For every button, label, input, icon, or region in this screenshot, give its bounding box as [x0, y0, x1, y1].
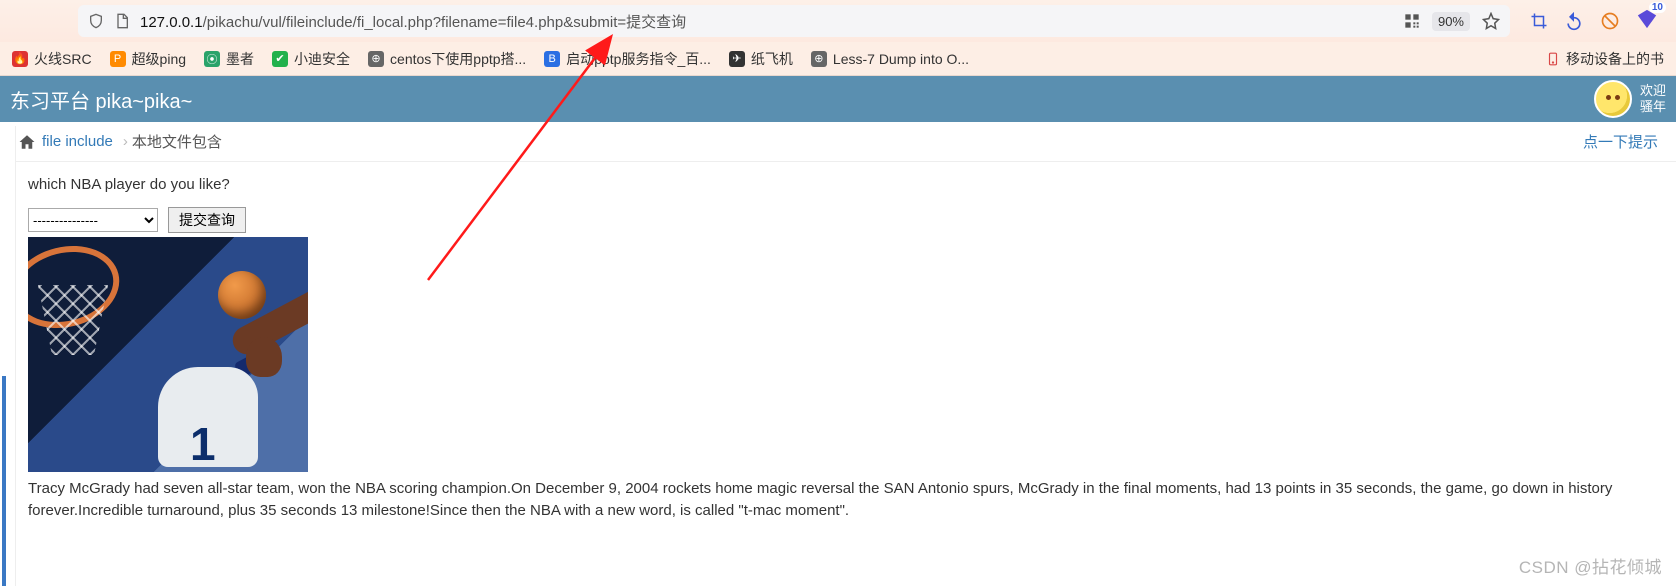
question-text: which NBA player do you like? [28, 176, 1676, 193]
address-bar[interactable]: 127.0.0.1/pikachu/vul/fileinclude/fi_loc… [78, 5, 1510, 37]
bookmark-item[interactable]: 🔥火线SRC [12, 49, 92, 69]
qr-icon[interactable] [1404, 13, 1420, 29]
shield-icon [88, 13, 104, 29]
bookmark-item[interactable]: P超级ping [110, 49, 186, 69]
extension-icon[interactable]: 10 [1636, 8, 1658, 35]
undo-icon[interactable] [1564, 11, 1584, 31]
hint-link[interactable]: 点一下提示 [1583, 131, 1658, 152]
watermark: CSDN @拈花倾城 [1519, 553, 1662, 578]
home-icon[interactable] [18, 133, 36, 151]
jersey-number: 1 [190, 417, 216, 471]
banner-title: 东习平台 pika~pika~ [10, 85, 192, 114]
submit-button[interactable]: 提交查询 [168, 207, 246, 233]
page-icon [114, 13, 130, 29]
star-icon[interactable] [1482, 12, 1500, 30]
bookmark-item[interactable]: ⦿墨者 [204, 49, 254, 69]
zoom-level[interactable]: 90% [1432, 12, 1470, 31]
player-form: --------------- 提交查询 [28, 207, 1676, 233]
bookmark-item[interactable]: ⊕centos下使用pptp搭... [368, 49, 526, 69]
browser-toolbar: 127.0.0.1/pikachu/vul/fileinclude/fi_loc… [0, 0, 1676, 42]
browser-controls: 10 [1520, 8, 1668, 35]
bookmark-item[interactable]: ✔小迪安全 [272, 49, 350, 69]
player-description: Tracy McGrady had seven all-star team, w… [28, 478, 1668, 522]
mobile-icon [1546, 50, 1560, 68]
bookmarks-bar: 🔥火线SRC P超级ping ⦿墨者 ✔小迪安全 ⊕centos下使用pptp搭… [0, 42, 1676, 76]
breadcrumb: file include › 本地文件包含 点一下提示 [0, 122, 1676, 162]
breadcrumb-current: 本地文件包含 [132, 131, 222, 152]
main-content: which NBA player do you like? ----------… [0, 162, 1676, 522]
bookmark-item[interactable]: B启动pptp服务指令_百... [544, 49, 711, 69]
breadcrumb-link[interactable]: file include [42, 133, 113, 150]
breadcrumb-sep: › [123, 133, 128, 150]
bookmark-item[interactable]: ⊕Less-7 Dump into O... [811, 51, 969, 67]
url-text: 127.0.0.1/pikachu/vul/fileinclude/fi_loc… [140, 11, 686, 32]
crop-icon[interactable] [1530, 12, 1548, 30]
block-icon[interactable] [1600, 11, 1620, 31]
left-edge [0, 126, 16, 586]
player-photo: 1 [28, 237, 308, 472]
player-select[interactable]: --------------- [28, 208, 158, 232]
mobile-bookmarks[interactable]: 移动设备上的书 [1546, 49, 1664, 69]
avatar [1594, 80, 1632, 118]
bookmark-item[interactable]: ✈纸飞机 [729, 49, 793, 69]
page-banner: 东习平台 pika~pika~ 欢迎骚年 [0, 76, 1676, 122]
welcome-text: 欢迎骚年 [1640, 83, 1666, 114]
